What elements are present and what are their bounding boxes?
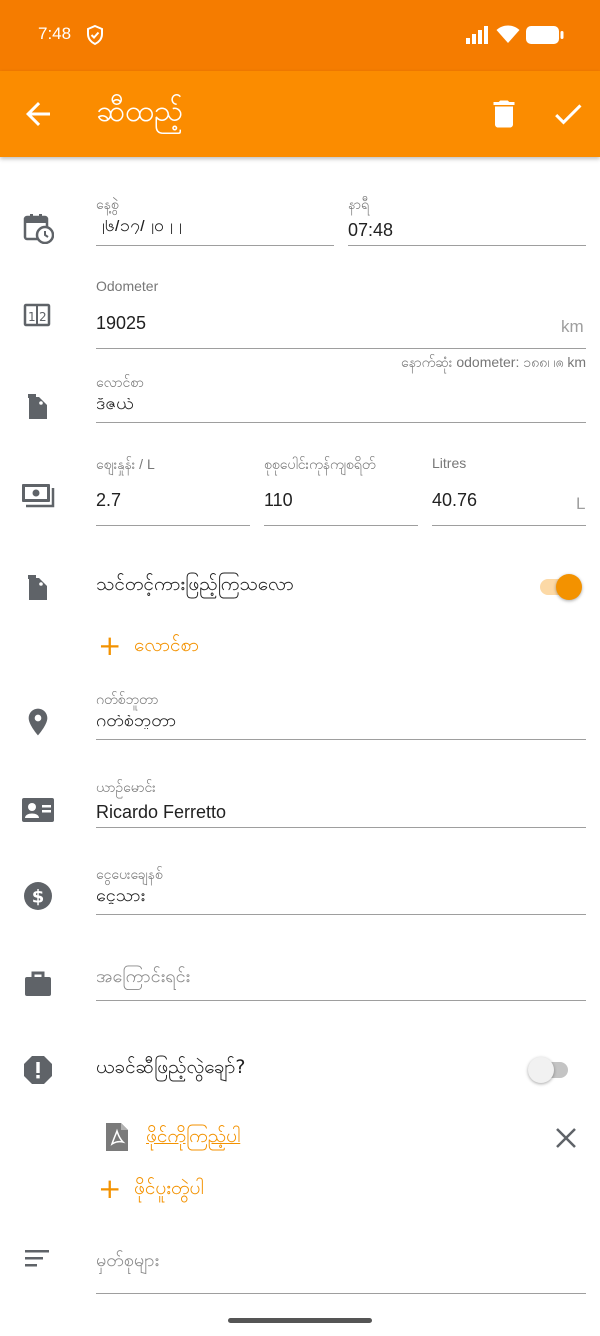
- briefcase-icon: [22, 968, 54, 1000]
- time-underline: [348, 245, 586, 246]
- view-file-link[interactable]: ဖိုင်ကိုကြည့်ပါ: [146, 1124, 240, 1152]
- missed-fillup-switch[interactable]: [526, 1055, 574, 1085]
- fuel-type-field[interactable]: ဒီဇယ်: [96, 398, 584, 412]
- attach-file-button[interactable]: ဖိုင်ပူးတွဲပါ: [134, 1176, 204, 1204]
- odometer-helper: နောက်ဆုံး odometer: ၁၈၈၊ ၊ၐ km: [401, 354, 586, 370]
- battery-icon: [526, 26, 564, 48]
- date-field[interactable]: ၂၆/၁၇/၂၀၂၂: [96, 220, 332, 234]
- driver-card-icon: [20, 794, 56, 826]
- gas-station-underline: [96, 739, 586, 740]
- driver-label: ယာဉ်မောင်း: [96, 779, 156, 795]
- dollar-icon: $: [22, 880, 54, 912]
- svg-text:2: 2: [39, 310, 47, 324]
- fuel-can-icon: [22, 392, 54, 424]
- location-pin-icon: [22, 706, 54, 738]
- trash-icon[interactable]: [486, 96, 522, 132]
- price-underline: [96, 525, 250, 526]
- full-tank-switch[interactable]: [538, 572, 586, 602]
- fuel-can-icon: [22, 573, 54, 605]
- pdf-file-icon: [104, 1122, 130, 1152]
- status-bar: 7:48: [0, 0, 600, 71]
- date-label: နေ့စွဲ: [96, 196, 119, 212]
- close-icon[interactable]: [554, 1126, 578, 1150]
- gesture-nav-handle[interactable]: [228, 1318, 372, 1323]
- check-icon[interactable]: [550, 96, 586, 132]
- notes-underline: [96, 1293, 586, 1294]
- payment-label: ငွေပေးချေနစ်: [96, 866, 163, 882]
- driver-field[interactable]: Ricardo Ferretto: [96, 802, 226, 823]
- payment-underline: [96, 914, 586, 915]
- cash-icon: [20, 478, 56, 510]
- wifi-icon: [496, 24, 520, 48]
- gas-station-label: ဂတ်စ်ဘူတာ: [96, 691, 159, 707]
- svg-text:1: 1: [28, 310, 36, 324]
- odometer-icon: 12: [22, 300, 54, 332]
- signal-icon: [466, 26, 490, 48]
- time-label: နာရီ: [348, 196, 370, 212]
- full-tank-label: သင်တင့်ကားဖြည့်ကြသလော: [96, 573, 294, 595]
- price-field[interactable]: 2.7: [96, 490, 121, 511]
- status-time: 7:48: [38, 24, 72, 43]
- litres-field[interactable]: 40.76: [432, 490, 477, 511]
- calendar-clock-icon: [22, 212, 55, 245]
- svg-text:$: $: [32, 887, 45, 908]
- app-bar: ဆီထည့်: [0, 71, 600, 157]
- total-cost-underline: [264, 525, 418, 526]
- litres-underline: [432, 525, 586, 526]
- switch-thumb: [528, 1057, 554, 1083]
- reason-input[interactable]: အကြောင်းရင်း: [96, 964, 190, 991]
- fuel-type-label: လောင်စာ: [96, 374, 144, 390]
- add-fuel-button[interactable]: လောင်စာ: [134, 633, 199, 661]
- time-field[interactable]: 07:48: [348, 220, 393, 241]
- switch-thumb: [556, 574, 582, 600]
- payment-field[interactable]: ငွေသား: [96, 890, 584, 904]
- odometer-label: Odometer: [96, 278, 159, 294]
- total-cost-label: စုစုပေါင်းကုန်ကျစရိတ်: [264, 456, 376, 472]
- odometer-unit: km: [561, 317, 584, 336]
- plus-icon: +: [98, 629, 122, 662]
- odometer-underline: [96, 348, 586, 349]
- date-underline: [96, 245, 334, 246]
- total-cost-field[interactable]: 110: [264, 490, 293, 511]
- reason-underline: [96, 1000, 586, 1001]
- litres-label: Litres: [432, 455, 467, 471]
- vpn-shield-icon: [86, 24, 104, 49]
- page-title: ဆီထည့်: [96, 94, 184, 129]
- gas-station-field[interactable]: ဂတ်စ်ဘူတာ: [96, 715, 584, 729]
- missed-fillup-label: ယခင်ဆီဖြည့်လွဲချော်?: [96, 1056, 246, 1078]
- warning-octagon-icon: [22, 1054, 54, 1086]
- plus-icon: +: [98, 1172, 122, 1205]
- litres-unit: L: [576, 494, 586, 513]
- fuel-type-underline: [96, 422, 586, 423]
- notes-input[interactable]: မှတ်စုများ: [96, 1248, 159, 1275]
- driver-underline: [96, 827, 586, 828]
- odometer-field[interactable]: 19025: [96, 313, 146, 334]
- notes-icon: [22, 1244, 54, 1276]
- arrow-back-icon[interactable]: [20, 96, 56, 132]
- price-label: စျေးနှုန်း / L: [96, 456, 155, 472]
